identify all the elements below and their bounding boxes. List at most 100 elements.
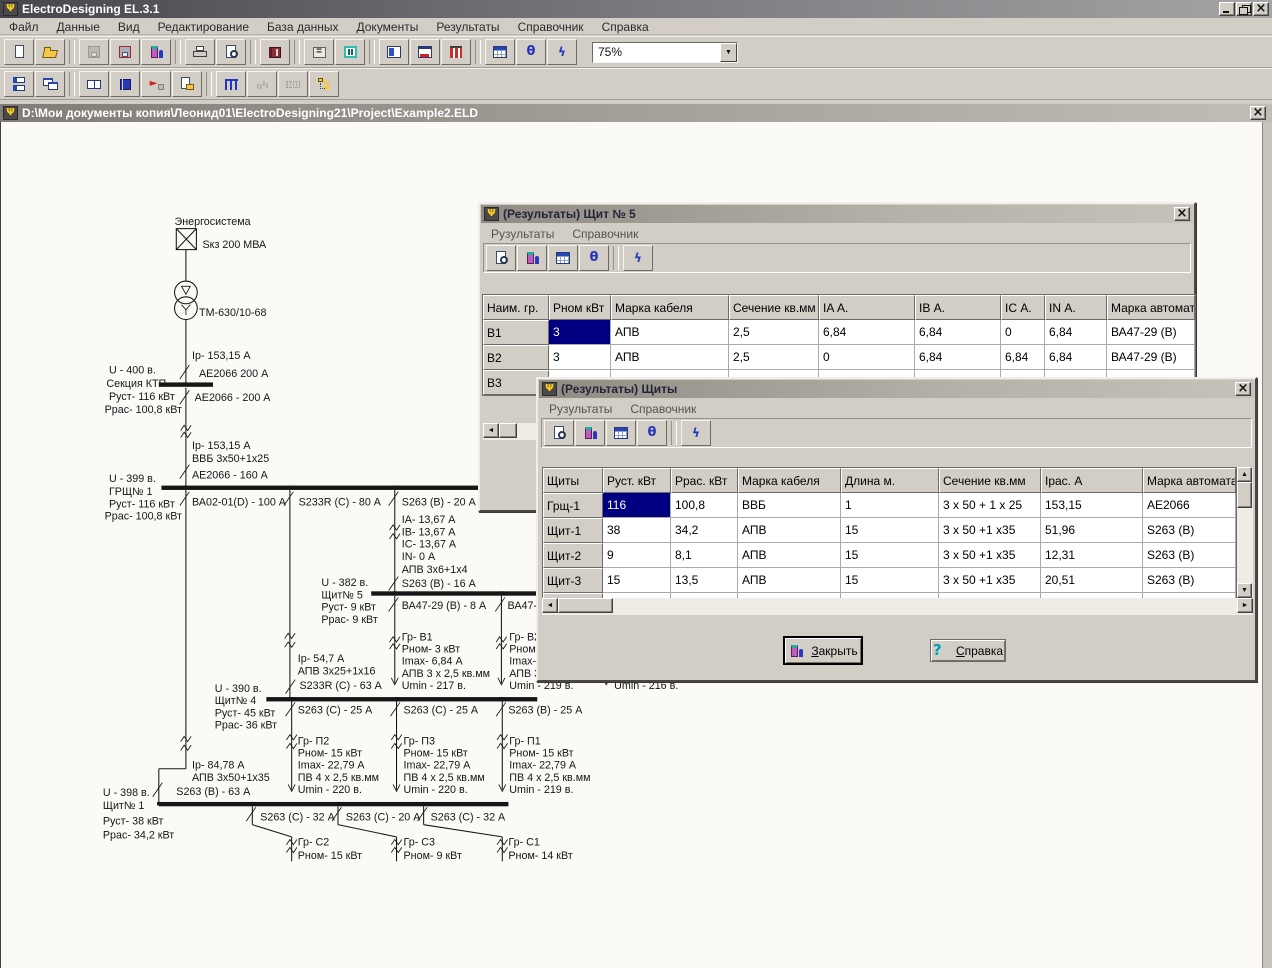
menu-item-Справочник[interactable]: Справочник: [621, 399, 705, 418]
menu-item-Вид[interactable]: Вид: [109, 18, 149, 34]
toolbar-button-chart[interactable]: [247, 71, 277, 97]
column-header[interactable]: IA А.: [819, 295, 915, 320]
column-header[interactable]: Марка кабеля: [738, 468, 841, 493]
table-cell[interactable]: 3: [549, 320, 611, 345]
minimize-button[interactable]: [1219, 2, 1235, 16]
scroll-thumb[interactable]: [558, 598, 613, 613]
row-header[interactable]: Грщ-1: [543, 493, 603, 518]
table-cell[interactable]: 116: [603, 493, 671, 518]
table-cell[interactable]: 1: [841, 493, 939, 518]
toolbar-button-pause-box[interactable]: [335, 39, 365, 65]
dialog-shield5-title-bar[interactable]: (Результаты) Щит № 5: [481, 205, 1193, 223]
toolbar-button-exit-door[interactable]: [517, 245, 547, 271]
toolbar-button-key[interactable]: [681, 420, 711, 446]
table-cell[interactable]: АПВ: [738, 568, 841, 593]
table-cell[interactable]: АПВ: [611, 345, 729, 370]
toolbar-button-table-grid[interactable]: [548, 245, 578, 271]
scroll-thumb[interactable]: [1237, 482, 1252, 508]
menu-item-Справка[interactable]: Справка: [593, 18, 658, 34]
help-button[interactable]: Справка: [930, 639, 1006, 662]
table-cell[interactable]: 3: [549, 345, 611, 370]
toolbar-button-save[interactable]: [79, 39, 109, 65]
column-header[interactable]: Iрас. А: [1041, 468, 1143, 493]
close-button[interactable]: [1253, 2, 1269, 16]
column-header[interactable]: Длина м.: [841, 468, 939, 493]
scroll-down-button[interactable]: ▼: [1237, 583, 1252, 598]
column-header[interactable]: Щиты: [543, 468, 603, 493]
toolbar-button-cascade-windows[interactable]: [35, 71, 65, 97]
column-header[interactable]: IN А.: [1045, 295, 1107, 320]
column-header[interactable]: Сечение кв.мм: [729, 295, 819, 320]
table-cell[interactable]: S263 (В): [1143, 518, 1236, 543]
zoom-select[interactable]: 75%: [592, 42, 738, 63]
column-header[interactable]: Руст. кВт: [603, 468, 671, 493]
column-header[interactable]: Ррас. кВт: [671, 468, 738, 493]
menu-item-Данные[interactable]: Данные: [48, 18, 109, 34]
toolbar-button-table-columns[interactable]: [216, 71, 246, 97]
toolbar-button-open-folder[interactable]: [35, 39, 65, 65]
table-cell[interactable]: ВА47-29 (В): [1107, 345, 1195, 370]
toolbar-button-save-marked[interactable]: [110, 39, 140, 65]
toolbar-button-tile-horizontal[interactable]: [4, 71, 34, 97]
table-cell[interactable]: АПВ: [611, 320, 729, 345]
toolbar-button-exit-door[interactable]: [575, 420, 605, 446]
toolbar-button-theta[interactable]: [579, 245, 609, 271]
toolbar-button-window-columns[interactable]: [379, 39, 409, 65]
table-cell[interactable]: 6,84: [1045, 345, 1107, 370]
column-header[interactable]: IC А.: [1001, 295, 1045, 320]
menu-item-Редактирование[interactable]: Редактирование: [149, 18, 258, 34]
table-cell[interactable]: 3 x 50 + 1 x 25: [939, 493, 1041, 518]
column-header[interactable]: Марка кабеля: [611, 295, 729, 320]
table-cell[interactable]: 0: [1001, 320, 1045, 345]
toolbar-button-dotted-field[interactable]: [278, 71, 308, 97]
toolbar-button-theta[interactable]: [637, 420, 667, 446]
menu-item-Рузультаты[interactable]: Рузультаты: [482, 224, 563, 243]
table-cell[interactable]: 15: [841, 543, 939, 568]
row-header[interactable]: Щит-1: [543, 518, 603, 543]
menu-item-База данных[interactable]: База данных: [258, 18, 347, 34]
toolbar-button-print[interactable]: [185, 39, 215, 65]
toolbar-button-key[interactable]: [547, 39, 577, 65]
menu-item-Результаты[interactable]: Результаты: [427, 18, 508, 34]
scroll-left-button[interactable]: ◄: [542, 598, 558, 613]
row-header[interactable]: Щит-3: [543, 568, 603, 593]
table-cell[interactable]: 13,5: [671, 568, 738, 593]
table-cell[interactable]: ВА47-29 (В): [1107, 320, 1195, 345]
restore-button[interactable]: [1236, 2, 1252, 16]
menu-item-Файл[interactable]: Файл: [0, 18, 48, 34]
toolbar-button-print-preview[interactable]: [544, 420, 574, 446]
table-cell[interactable]: 51,96: [1041, 518, 1143, 543]
horizontal-scrollbar[interactable]: ◄ ►: [542, 598, 1253, 615]
toolbar-button-print-preview[interactable]: [486, 245, 516, 271]
toolbar-button-open-book[interactable]: [79, 71, 109, 97]
close-dialog-button[interactable]: Закрыть: [784, 637, 862, 664]
toolbar-button-columns-red[interactable]: [441, 39, 471, 65]
toolbar-button-key[interactable]: [623, 245, 653, 271]
table-cell[interactable]: S263 (В): [1143, 568, 1236, 593]
table-cell[interactable]: 15: [841, 568, 939, 593]
scroll-up-button[interactable]: ▲: [1237, 467, 1252, 482]
table-cell[interactable]: 6,84: [915, 320, 1001, 345]
table-cell[interactable]: 6,84: [1001, 345, 1045, 370]
dialog-shields-title-bar[interactable]: (Результаты) Щиты: [539, 380, 1254, 398]
table-cell[interactable]: 8,1: [671, 543, 738, 568]
chevron-down-icon[interactable]: [720, 43, 737, 62]
toolbar-button-copy-document[interactable]: [172, 71, 202, 97]
toolbar-button-goto-arrow[interactable]: [141, 71, 171, 97]
table-cell[interactable]: 6,84: [1045, 320, 1107, 345]
table-cell[interactable]: 3 x 50 +1 x35: [939, 518, 1041, 543]
row-header[interactable]: В1: [483, 320, 549, 345]
dialog-shields-close-button[interactable]: [1235, 382, 1251, 396]
table-cell[interactable]: 34,2: [671, 518, 738, 543]
scroll-right-button[interactable]: ►: [1237, 598, 1253, 613]
toolbar-button-table-grid[interactable]: [606, 420, 636, 446]
table-cell[interactable]: S263 (В): [1143, 543, 1236, 568]
table-cell[interactable]: 153,15: [1041, 493, 1143, 518]
toolbar-button-exit-door[interactable]: [141, 39, 171, 65]
toolbar-button-theta[interactable]: [516, 39, 546, 65]
menu-item-Документы[interactable]: Документы: [348, 18, 428, 34]
table-cell[interactable]: АЕ2066: [1143, 493, 1236, 518]
table-cell[interactable]: 12,31: [1041, 543, 1143, 568]
toolbar-button-table-grid[interactable]: [485, 39, 515, 65]
row-header[interactable]: Щит-2: [543, 543, 603, 568]
